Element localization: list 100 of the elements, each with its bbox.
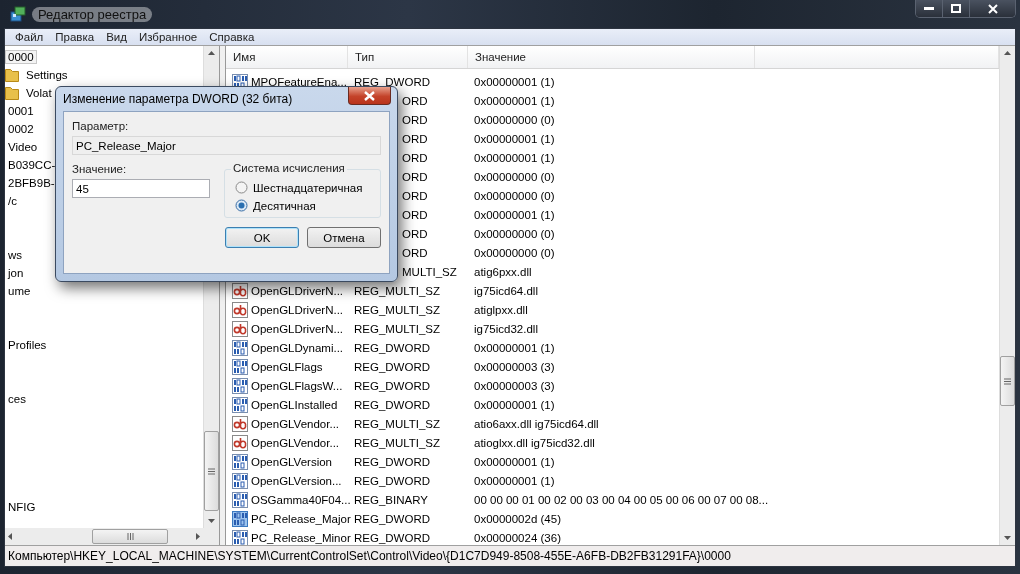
maximize-button[interactable] — [943, 0, 970, 17]
value-name[interactable]: PC_Release_Major — [251, 512, 351, 525]
tree-item[interactable]: 0000 — [5, 50, 37, 64]
dialog-title: Изменение параметра DWORD (32 бита) — [63, 92, 294, 106]
column-header[interactable]: Значение — [468, 46, 755, 68]
minimize-icon — [924, 7, 934, 10]
folder-icon — [5, 68, 19, 82]
value-name[interactable]: OSGamma40F04... — [251, 493, 351, 506]
type-cell-text: REG_MULTI_SZ — [353, 417, 441, 430]
scrollbar-thumb[interactable] — [92, 529, 168, 544]
menu-item[interactable]: Справка — [203, 29, 261, 45]
tree-item[interactable]: Volat — [23, 86, 55, 100]
scroll-left-icon[interactable] — [8, 533, 12, 540]
scroll-up-icon[interactable] — [1004, 51, 1011, 55]
type-cell-text: REG_MULTI_SZ — [353, 436, 441, 449]
type-cell: ORD — [402, 227, 428, 240]
tree-item[interactable]: Settings — [23, 68, 71, 82]
value-name[interactable]: OpenGLInstalled — [251, 398, 338, 411]
value-name[interactable]: OpenGLDriverN... — [251, 303, 344, 316]
grip-icon — [1004, 377, 1011, 385]
close-button[interactable] — [348, 87, 391, 105]
value-name[interactable]: OpenGLDynami... — [251, 341, 344, 354]
type-cell-text: REG_DWORD — [353, 75, 431, 88]
radio-icon[interactable] — [235, 181, 248, 194]
tree-item[interactable]: ces — [5, 392, 29, 406]
value-name[interactable]: OpenGLFlags — [251, 360, 323, 373]
data-cell-text: 0x00000000 (0) — [473, 113, 555, 126]
value-name[interactable]: OpenGLDriverN... — [251, 284, 344, 297]
data-cell-text: 0x00000001 (1) — [473, 75, 555, 88]
scroll-up-icon[interactable] — [208, 51, 215, 55]
tree-item[interactable]: 0002 — [5, 122, 37, 136]
data-cell-text: 0x00000001 (1) — [473, 208, 555, 221]
data-cell-text: 0x00000001 (1) — [473, 151, 555, 164]
grip-icon — [126, 533, 134, 540]
value-name[interactable]: OpenGLVersion... — [251, 474, 342, 487]
vertical-scrollbar[interactable] — [999, 46, 1015, 545]
scrollbar-thumb[interactable] — [204, 431, 219, 511]
data-cell-text: atioglxx.dll ig75icd32.dll — [473, 436, 595, 449]
type-cell-text: REG_MULTI_SZ — [353, 322, 441, 335]
value-name[interactable]: OpenGLDriverN... — [251, 322, 344, 335]
type-cell: ORD — [402, 246, 428, 259]
column-header[interactable]: Тип — [348, 46, 468, 68]
registry-editor-icon — [10, 6, 26, 22]
horizontal-scrollbar[interactable] — [5, 528, 203, 545]
tree-item[interactable]: jon — [5, 266, 27, 280]
menu-item[interactable]: Правка — [49, 29, 101, 45]
tree-item[interactable]: ws — [5, 248, 26, 262]
scroll-down-icon[interactable] — [1004, 536, 1011, 540]
type-cell-text: REG_DWORD — [353, 474, 431, 487]
field-label: Параметр: — [72, 120, 130, 132]
value-name[interactable]: OpenGLVendor... — [251, 417, 340, 430]
data-cell-text: 0x00000024 (36) — [473, 531, 561, 544]
type-cell-text: REG_DWORD — [353, 455, 431, 468]
tree-item[interactable]: NFIG — [5, 500, 39, 514]
dialog-button[interactable]: OK — [225, 227, 299, 248]
menu-item[interactable]: Вид — [100, 29, 133, 45]
tree-item[interactable]: ume — [5, 284, 34, 298]
type-cell: MULTI_SZ — [402, 265, 457, 278]
window-title: Редактор реестра — [32, 6, 153, 22]
radio-option[interactable]: Десятичная — [235, 199, 370, 212]
value-name[interactable]: PC_Release_Minor — [251, 531, 351, 544]
type-cell-text: REG_DWORD — [353, 341, 431, 354]
value-name[interactable]: OpenGLVersion — [251, 455, 332, 468]
data-cell-text: 0x00000001 (1) — [473, 398, 555, 411]
radio-icon[interactable] — [235, 199, 248, 212]
scroll-right-icon[interactable] — [196, 533, 200, 540]
scroll-down-icon[interactable] — [208, 519, 215, 523]
type-cell-text: REG_DWORD — [353, 360, 431, 373]
tree-item[interactable]: Video — [5, 140, 41, 154]
name-field[interactable]: PC_Release_Major — [72, 136, 381, 155]
type-cell-text: REG_DWORD — [353, 531, 431, 544]
field-label: Значение: — [72, 163, 128, 175]
maximize-icon — [951, 4, 961, 13]
menu-item[interactable]: Файл — [9, 29, 50, 45]
minimize-button[interactable] — [916, 0, 943, 17]
data-cell-text: 0x00000000 (0) — [473, 189, 555, 202]
tree-item[interactable]: 0001 — [5, 104, 37, 118]
value-name[interactable]: OpenGLFlagsW... — [251, 379, 343, 392]
data-cell-text: 0x00000001 (1) — [473, 341, 555, 354]
tree-item[interactable]: B039CC- — [5, 158, 59, 172]
value-name[interactable]: MPOFeatureEna... — [251, 75, 347, 88]
tree-item[interactable]: 2BFB9B- — [5, 176, 58, 190]
type-cell-text: REG_MULTI_SZ — [353, 284, 441, 297]
value-input[interactable]: 45 — [72, 179, 210, 198]
type-cell-text: REG_DWORD — [353, 512, 431, 525]
value-name[interactable]: OpenGLVendor... — [251, 436, 340, 449]
column-header[interactable]: Имя — [226, 46, 348, 68]
data-cell-text: 0x00000001 (1) — [473, 132, 555, 145]
dialog-button[interactable]: Отмена — [307, 227, 381, 248]
data-cell-text: 0x00000001 (1) — [473, 94, 555, 107]
radio-option[interactable]: Шестнадцатеричная — [235, 181, 370, 194]
data-cell-text: atiglpxx.dll — [473, 303, 528, 316]
scrollbar-thumb[interactable] — [1000, 356, 1015, 406]
close-button[interactable] — [970, 0, 1015, 17]
folder-icon — [5, 86, 19, 100]
menu-item[interactable]: Избранное — [132, 29, 204, 45]
type-cell: ORD — [402, 94, 428, 107]
type-cell-text: REG_BINARY — [353, 493, 428, 506]
tree-item[interactable]: Profiles — [5, 338, 50, 352]
tree-item[interactable]: /c — [5, 194, 20, 208]
